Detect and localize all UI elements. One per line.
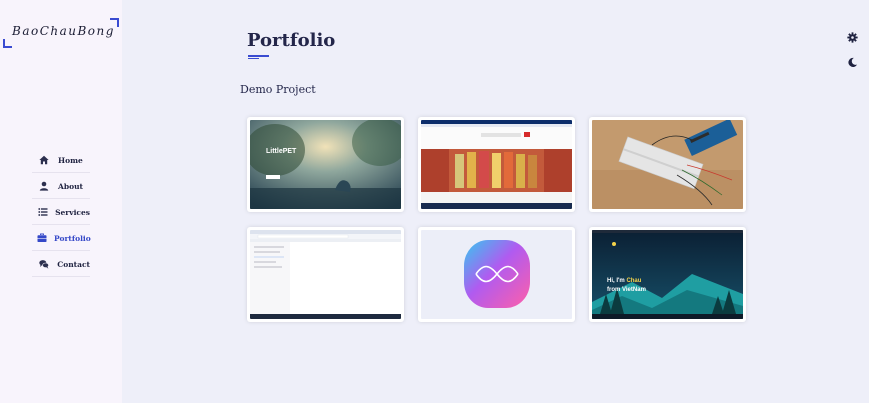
moon-icon <box>847 57 858 68</box>
project-card-app-logo[interactable] <box>418 227 575 322</box>
sidebar-item-home[interactable]: Home <box>32 148 90 173</box>
page-title: Portfolio <box>247 30 336 51</box>
greeting-text: Hi, I'm <box>607 278 625 284</box>
sidebar-item-label: About <box>58 181 83 191</box>
settings-button[interactable] <box>843 28 861 46</box>
project-greeting-line2: from VietNam <box>607 287 646 293</box>
sidebar-item-label: Services <box>55 207 90 217</box>
project-greeting: Hi, I'm Chau <box>607 278 641 284</box>
project-card-file-manager[interactable] <box>247 227 404 322</box>
list-icon <box>37 206 48 218</box>
project-thumbnail <box>250 230 401 319</box>
title-underline <box>248 55 269 57</box>
project-card-personal-homepage[interactable]: Hi, I'm Chau from VietNam <box>589 227 746 322</box>
title-underline <box>248 58 259 59</box>
logo-corner <box>3 39 12 48</box>
sidebar-item-about[interactable]: About <box>32 174 90 199</box>
sidebar-item-contact[interactable]: Contact <box>32 252 90 277</box>
briefcase-icon <box>37 232 47 244</box>
logo-text: BaoChauBong <box>12 24 115 38</box>
user-icon <box>37 180 51 192</box>
sidebar-item-label: Contact <box>57 259 90 269</box>
comments-icon <box>37 258 50 270</box>
project-card-movie-site[interactable] <box>418 117 575 212</box>
project-card-arduino-breadboard[interactable] <box>589 117 746 212</box>
sidebar-item-label: Home <box>58 155 83 165</box>
logo[interactable]: BaoChauBong <box>3 18 121 48</box>
sidebar-nav: Home About Services Portfolio Contact <box>32 148 91 278</box>
sidebar-item-label: Portfolio <box>54 233 91 243</box>
sidebar-item-services[interactable]: Services <box>32 200 90 225</box>
project-headline: LittlePET <box>266 148 297 155</box>
section-title: Demo Project <box>240 83 316 96</box>
project-thumbnail <box>421 230 572 319</box>
gear-icon <box>846 31 858 43</box>
project-thumbnail <box>592 230 743 319</box>
theme-toggle-button[interactable] <box>843 53 861 71</box>
project-card-littlepet[interactable]: LittlePET <box>247 117 404 212</box>
home-icon <box>37 154 51 166</box>
sidebar: BaoChauBong Home About Services Portfoli… <box>0 0 122 403</box>
project-thumbnail <box>250 120 401 209</box>
greeting-name: Chau <box>626 278 642 284</box>
sidebar-item-portfolio[interactable]: Portfolio <box>32 226 91 251</box>
project-thumbnail <box>421 120 572 209</box>
project-thumbnail <box>592 120 743 209</box>
